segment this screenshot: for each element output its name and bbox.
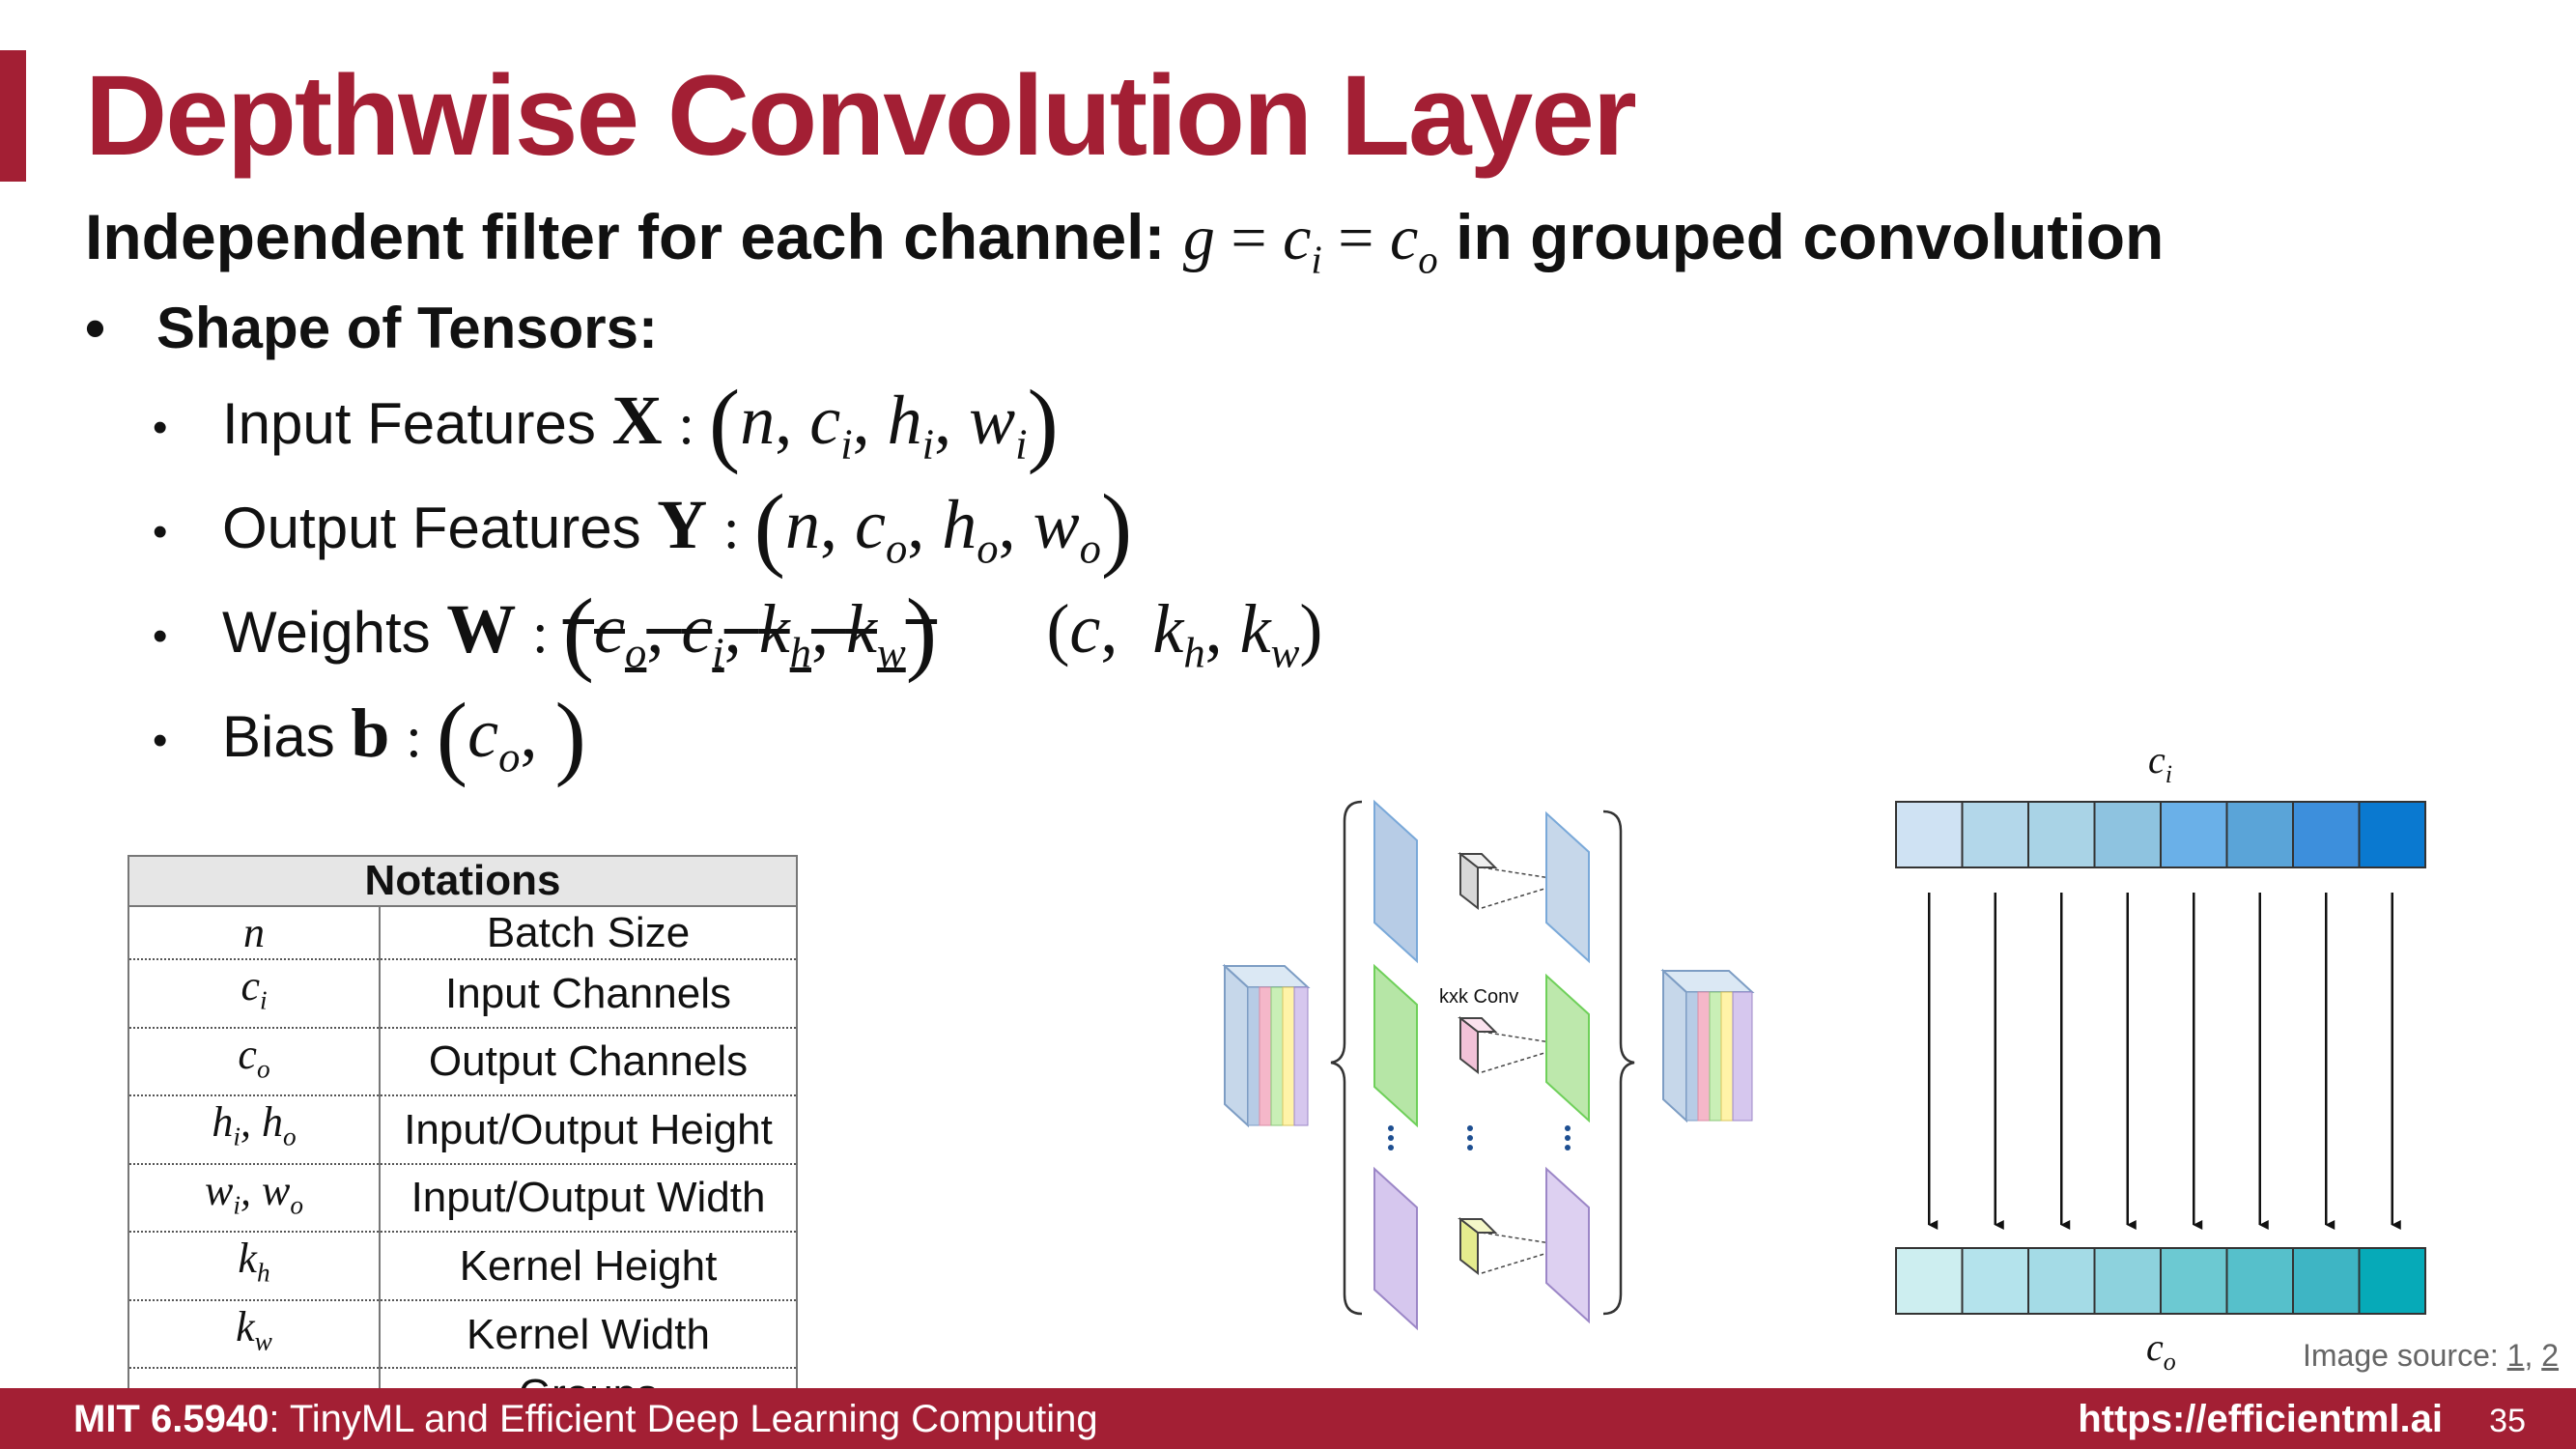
notations-header: Notations (128, 856, 797, 907)
right-brace (1602, 810, 1635, 1316)
notation-symbol: kh (128, 1231, 381, 1300)
item-symbol: b (351, 695, 390, 772)
input-feature-stack (1222, 963, 1311, 1128)
output-channel-cell (1961, 1247, 2029, 1315)
image-source-link-1[interactable]: 1 (2507, 1338, 2525, 1373)
output-channel-cell (2358, 1247, 2426, 1315)
notation-symbol: ci (128, 958, 381, 1028)
eq-co: c (1389, 203, 1419, 273)
output-channel-slices (1545, 810, 1590, 1324)
table-row: wi, wo Input/Output Width (128, 1162, 797, 1233)
table-row: kw Kernel Width (128, 1298, 797, 1369)
eq-g: g (1182, 203, 1215, 273)
notation-symbol: kw (128, 1298, 381, 1369)
output-channel-cells (1895, 1247, 2426, 1315)
table-row: hi, ho Input/Output Height (128, 1094, 797, 1164)
table-row: kh Kernel Height (128, 1231, 797, 1300)
course-url[interactable]: https://efficientml.ai (2078, 1396, 2443, 1442)
output-channel-cell (2292, 1247, 2361, 1315)
table-row: n Batch Size (128, 905, 797, 959)
notation-symbol: wi, wo (128, 1162, 381, 1233)
input-channel-cell (2292, 801, 2361, 868)
item-label: Output Features (222, 496, 641, 560)
notation-meaning: Kernel Height (380, 1231, 797, 1300)
output-channel-cell (1895, 1247, 1964, 1315)
output-channel-cell (2027, 1247, 2096, 1315)
kernel-blocks (1458, 851, 1571, 1276)
item-output-features: • Output Features Y : (n, co, ho, wo) (153, 475, 1133, 581)
item-bias: • Bias b : (co, ) (153, 684, 586, 789)
table-row: co Output Channels (128, 1026, 797, 1096)
notation-meaning: Batch Size (380, 905, 797, 959)
ci-label: ci (2148, 738, 2172, 788)
subtitle-tail: in grouped convolution (1456, 201, 2165, 272)
item-shape: (n, co, ho, wo) (753, 475, 1133, 581)
input-channel-cell (2027, 801, 2096, 868)
notations-table: Notations n Batch Size ci Input Channels… (127, 855, 798, 1423)
input-channel-cell (2225, 801, 2294, 868)
notation-meaning: Input/Output Width (380, 1162, 797, 1233)
input-channel-cell (1895, 801, 1964, 868)
ellipsis-dots (1388, 1125, 1571, 1151)
item-shape-struck: (co, ci, kh, kw) (562, 580, 938, 685)
output-channel-cell (2225, 1247, 2294, 1315)
subtitle: Independent filter for each channel: g =… (85, 201, 2165, 282)
input-channel-cells (1895, 801, 2426, 868)
page-number: 35 (2489, 1403, 2526, 1439)
notation-meaning: Input Channels (380, 958, 797, 1028)
course-title: MIT 6.5940: TinyML and Efficient Deep Le… (73, 1398, 1098, 1440)
input-channel-cell (1961, 801, 2029, 868)
output-channel-cell (2160, 1247, 2228, 1315)
item-shape: (co, ) (436, 684, 586, 789)
item-symbol: X (611, 382, 663, 459)
output-channel-cell (2093, 1247, 2162, 1315)
subtitle-lead: Independent filter for each channel: (85, 201, 1166, 272)
item-input-features: • Input Features X : (n, ci, hi, wi) (153, 371, 1059, 476)
footer: MIT 6.5940: TinyML and Efficient Deep Le… (0, 1388, 2576, 1449)
item-label: Weights (222, 600, 431, 665)
notation-symbol: co (128, 1026, 381, 1096)
item-shape: (n, ci, hi, wi) (708, 371, 1059, 476)
kxk-conv-label: kxk Conv (1439, 986, 1518, 1008)
image-source: Image source: 1, 2 (2303, 1338, 2560, 1373)
left-brace (1330, 800, 1363, 1316)
item-shape: (c, kh, kw) (1046, 590, 1323, 677)
image-source-link-2[interactable]: 2 (2541, 1338, 2559, 1373)
notation-symbol: hi, ho (128, 1094, 381, 1164)
input-channel-cell (2093, 801, 2162, 868)
mapping-arrows (1928, 893, 2401, 1230)
table-row: ci Input Channels (128, 958, 797, 1028)
input-channel-cell (2160, 801, 2228, 868)
notation-meaning: Kernel Width (380, 1298, 797, 1369)
item-weights: • Weights W : (co, ci, kh, kw) (c, kh, kw… (153, 580, 1323, 685)
bullet-shape-of-tensors: • Shape of Tensors: (85, 296, 658, 360)
notation-symbol: n (128, 905, 381, 959)
notation-meaning: Output Channels (380, 1026, 797, 1096)
slide-title: Depthwise Convolution Layer (85, 52, 1637, 180)
output-feature-stack (1660, 968, 1755, 1123)
item-symbol: W (446, 590, 517, 668)
item-symbol: Y (657, 486, 708, 563)
item-label: Bias (222, 704, 335, 769)
co-label: co (2146, 1325, 2176, 1376)
item-label: Input Features (222, 391, 596, 456)
input-channel-slices (1373, 799, 1418, 1331)
title-accent-bar (0, 50, 26, 182)
input-channel-cell (2358, 801, 2426, 868)
notation-meaning: Input/Output Height (380, 1094, 797, 1164)
eq-ci: c (1283, 203, 1312, 273)
